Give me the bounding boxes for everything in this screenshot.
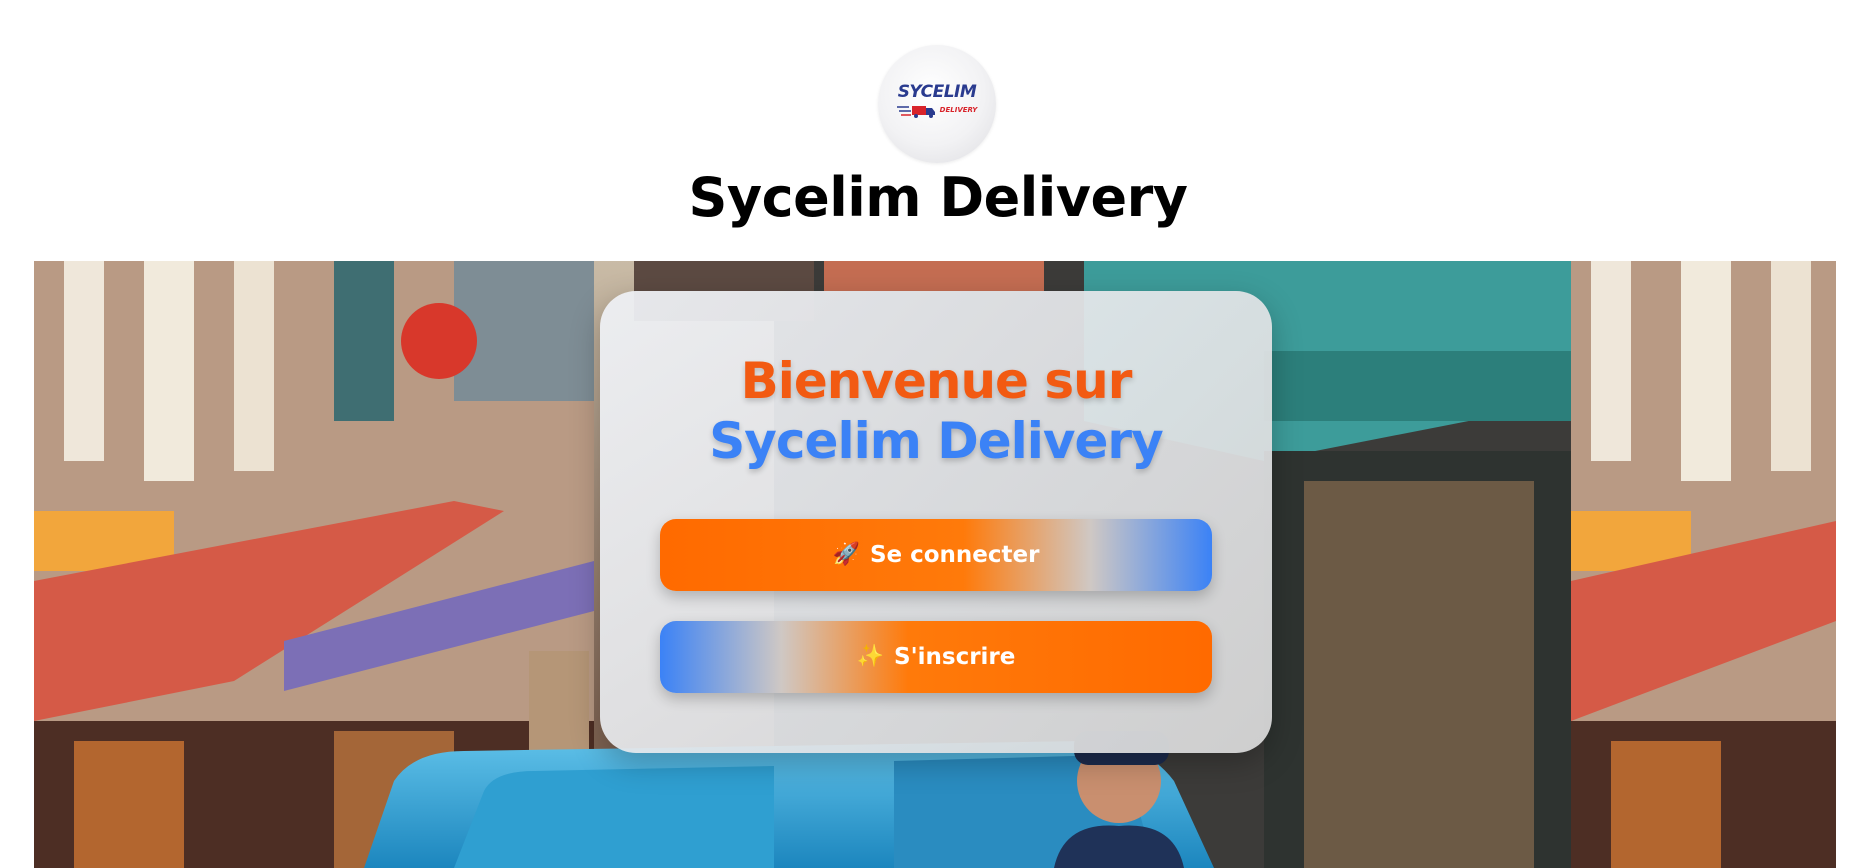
login-button[interactable]: 🚀 Se connecter	[660, 519, 1212, 591]
logo-subline: DELIVERY	[896, 103, 978, 119]
logo: SYCELIM DELIVERY	[878, 45, 996, 163]
logo-subtext: DELIVERY	[939, 106, 978, 114]
welcome-heading-line1: Bienvenue sur	[740, 352, 1133, 410]
logo-text: SYCELIM	[897, 81, 977, 102]
site-title: Sycelim Delivery	[688, 166, 1188, 229]
sparkles-icon: ✨	[856, 644, 885, 669]
welcome-heading-line2: Sycelim Delivery	[709, 412, 1163, 470]
rocket-icon: 🚀	[832, 542, 860, 567]
login-button-label: Se connecter	[869, 542, 1040, 568]
hero-image-repeat	[1571, 261, 1836, 868]
signup-button[interactable]: ✨ S'inscrire	[660, 621, 1212, 693]
delivery-truck-icon	[896, 105, 935, 118]
signup-button-label: S'inscrire	[894, 644, 1016, 670]
welcome-card: Bienvenue sur Sycelim Delivery 🚀 Se conn…	[600, 291, 1272, 753]
